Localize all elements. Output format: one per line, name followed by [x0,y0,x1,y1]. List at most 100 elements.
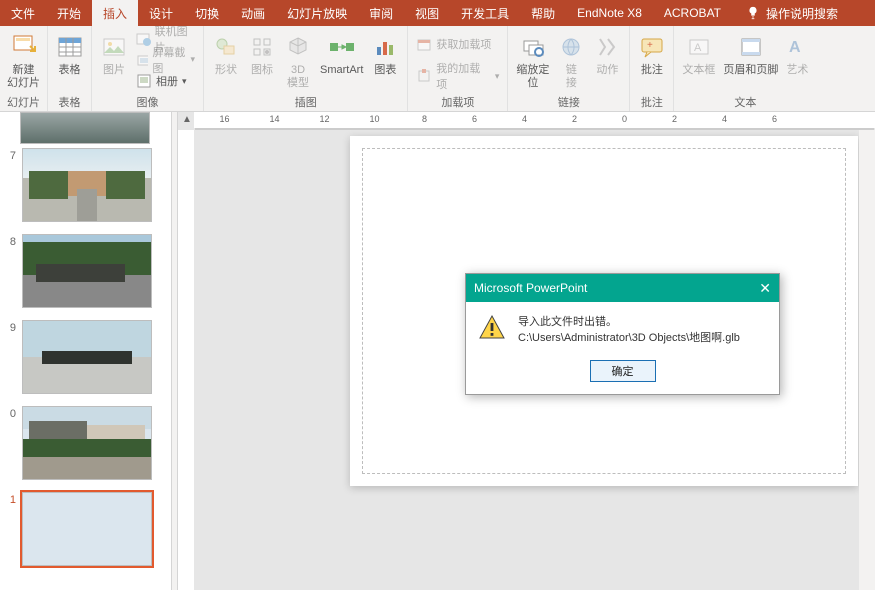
my-addins-button[interactable]: 我的加载项 ▾ [414,66,501,86]
tab-slideshow[interactable]: 幻灯片放映 [276,0,358,26]
header-footer-button[interactable]: 页眉和页脚 [719,28,782,92]
screenshot-icon [136,52,148,68]
zoom-button[interactable]: 缩放定 位 [512,28,553,92]
thumbnail-10[interactable]: 0 [0,402,171,488]
tab-home[interactable]: 开始 [46,0,92,26]
svg-text:6: 6 [772,114,777,124]
picture-icon [101,34,127,60]
tab-animations[interactable]: 动画 [230,0,276,26]
svg-text:2: 2 [572,114,577,124]
group-text: A文本框 页眉和页脚 A艺术 文本 [674,26,816,111]
shapes-button[interactable]: 形状 [208,28,244,92]
tab-review[interactable]: 审阅 [358,0,404,26]
warning-icon [478,314,506,342]
tab-insert[interactable]: 插入 [92,0,138,26]
table-button[interactable]: 表格 [52,28,88,92]
dialog-titlebar[interactable]: Microsoft PowerPoint ✕ [466,274,779,302]
tell-me-label: 操作说明搜索 [766,5,838,22]
action-button[interactable]: 动作 [589,28,625,92]
dialog-message: 导入此文件时出错。 C:\Users\Administrator\3D Obje… [518,314,740,346]
header-footer-icon [739,35,763,59]
slide-thumbnails[interactable]: 7 8 9 0 1 [0,112,172,590]
tab-file[interactable]: 文件 [0,0,46,26]
new-slide-icon [10,33,38,61]
chart-button[interactable]: 图表 [367,28,403,92]
textbox-icon: A [687,35,711,59]
group-illustrations: 形状 图标 3D 模型 SmartArt 图表 插图 [204,26,408,111]
get-addins-button[interactable]: 获取加载项 [414,34,501,54]
bulb-icon [746,6,760,20]
table-icon [57,34,83,60]
zoom-icon [521,35,545,59]
pictures-button[interactable]: 图片 [96,28,132,92]
textbox-button[interactable]: A文本框 [678,28,719,92]
svg-text:14: 14 [269,114,279,124]
group-links-label: 链接 [558,92,580,111]
chart-icon [373,35,397,59]
tab-view[interactable]: 视图 [404,0,450,26]
svg-text:A: A [789,39,801,56]
svg-text:4: 4 [522,114,527,124]
online-pic-icon [136,31,151,47]
svg-text:0: 0 [622,114,627,124]
dialog-ok-button[interactable]: 确定 [590,360,656,382]
icons-button[interactable]: 图标 [244,28,280,92]
error-dialog: Microsoft PowerPoint ✕ 导入此文件时出错。 C:\User… [465,273,780,395]
action-icon [595,35,619,59]
album-icon [136,73,152,89]
smartart-icon [328,35,356,59]
tab-help[interactable]: 帮助 [520,0,566,26]
dialog-title: Microsoft PowerPoint [474,281,587,295]
tab-endnote[interactable]: EndNote X8 [566,0,653,26]
group-addins-label: 加载项 [441,92,474,111]
3d-model-icon [286,35,310,59]
collapse-toggle[interactable]: ▲ [182,114,192,125]
thumbnail-8[interactable]: 8 [0,230,171,316]
svg-text:16: 16 [219,114,229,124]
svg-text:2: 2 [672,114,677,124]
group-addins: 获取加载项 我的加载项 ▾ 加载项 [408,26,508,111]
group-images-label: 图像 [137,92,159,111]
ribbon: 新建 幻灯片 幻灯片 表格 表格 图片 联机图片 屏幕截图▾ 相册▾ 图像 [0,26,875,112]
svg-text:10: 10 [369,114,379,124]
vertical-ruler [178,130,194,590]
addins-icon [416,68,432,84]
thumbnail-11[interactable]: 1 [0,488,171,574]
group-tables: 表格 表格 [48,26,92,111]
group-slides-label: 幻灯片 [7,92,40,111]
svg-text:12: 12 [319,114,329,124]
group-images: 图片 联机图片 屏幕截图▾ 相册▾ 图像 [92,26,204,111]
group-text-label: 文本 [734,92,756,111]
svg-text:A: A [694,42,702,54]
3d-models-button[interactable]: 3D 模型 [280,28,316,92]
tab-acrobat[interactable]: ACROBAT [653,0,732,26]
thumbnail-9[interactable]: 9 [0,316,171,402]
new-slide-button[interactable]: 新建 幻灯片 [3,28,44,92]
group-links: 缩放定 位 链 接 动作 链接 [508,26,630,111]
tell-me-search[interactable]: 操作说明搜索 [732,5,842,22]
group-illus-label: 插图 [295,92,317,111]
wordart-button[interactable]: A艺术 [782,28,812,92]
dialog-close-button[interactable]: ✕ [759,280,771,297]
group-tables-label: 表格 [59,92,81,111]
svg-text:8: 8 [422,114,427,124]
svg-text:4: 4 [722,114,727,124]
group-slides: 新建 幻灯片 幻灯片 [0,26,48,111]
link-button[interactable]: 链 接 [553,28,589,92]
screenshot-button[interactable]: 屏幕截图▾ [134,50,197,70]
smartart-button[interactable]: SmartArt [316,28,367,92]
thumbnail-7[interactable]: 7 [0,144,171,230]
tab-devtools[interactable]: 开发工具 [450,0,520,26]
thumbnail-partial[interactable] [20,112,150,144]
group-comments-label: 批注 [641,92,663,111]
shapes-icon [214,35,238,59]
horizontal-ruler: 16 14 12 10 8 6 4 2 0 2 4 6 [194,112,875,130]
icons-icon [250,35,274,59]
svg-text:6: 6 [472,114,477,124]
wordart-icon: A [787,35,807,59]
comment-button[interactable]: +批注 [634,28,670,92]
link-icon [559,35,583,59]
comment-icon: + [639,34,665,60]
vertical-scrollbar[interactable] [859,130,875,590]
group-comments: +批注 批注 [630,26,674,111]
